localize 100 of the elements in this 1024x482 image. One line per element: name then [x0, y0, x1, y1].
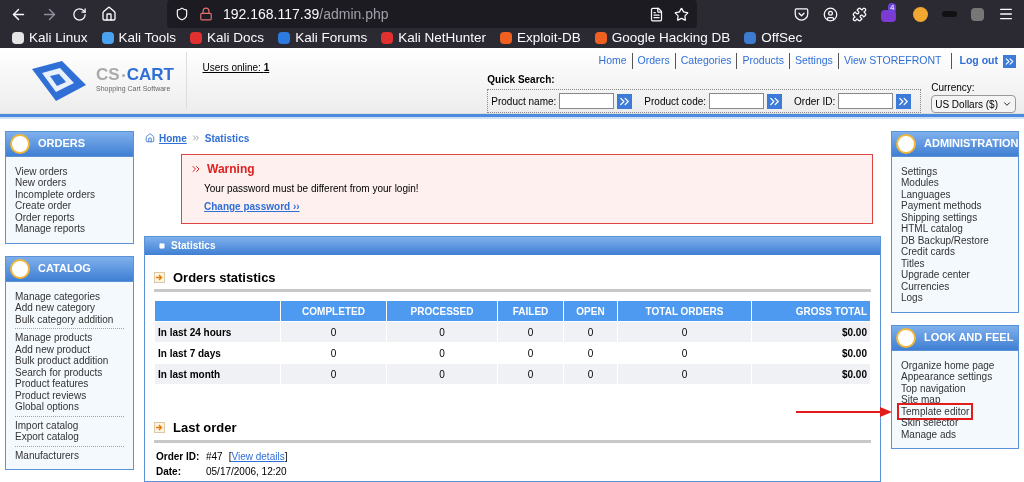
column-header: OPEN: [564, 301, 617, 321]
table-cell: 0: [564, 322, 617, 342]
extension-icon[interactable]: [971, 7, 984, 21]
sidebar-link[interactable]: Global options: [15, 401, 79, 412]
top-nav-link[interactable]: Settings: [788, 53, 833, 69]
sidebar-link[interactable]: Template editor: [900, 405, 971, 417]
table-cell: 0: [387, 322, 497, 342]
sidebar-link[interactable]: HTML catalog: [901, 223, 963, 235]
sidebar-link[interactable]: Manage ads: [901, 428, 957, 440]
field-label: Order ID:: [156, 449, 201, 464]
bookmark-link[interactable]: Kali NetHunter: [381, 28, 486, 49]
sidebar-link[interactable]: Payment methods: [901, 200, 982, 212]
field-value: #47: [206, 449, 223, 464]
top-nav-link[interactable]: View STOREFRONT: [837, 53, 942, 69]
table-cell: 0: [281, 364, 386, 384]
url-text: 192.168.117.39/admin.php: [223, 4, 389, 24]
field-value: 05/17/2006, 12:20: [206, 464, 287, 479]
reader-icon[interactable]: [649, 6, 664, 22]
home-icon: [145, 133, 155, 143]
bookmark-link[interactable]: Kali Linux: [12, 28, 88, 49]
panel-title: CATALOG: [38, 261, 91, 277]
sidebar-link[interactable]: Incomplete orders: [15, 188, 96, 200]
chevron-down-icon: [1002, 99, 1012, 109]
reload-icon[interactable]: [72, 6, 87, 22]
puzzle-icon[interactable]: [852, 6, 867, 22]
shield-icon: [175, 7, 189, 21]
logout-link[interactable]: Log out: [950, 53, 998, 69]
panel-title: Statistics: [171, 239, 216, 253]
sidebar-link[interactable]: Product features: [15, 378, 89, 389]
search-input-field[interactable]: [709, 93, 765, 109]
sidebar-link[interactable]: Manage categories: [15, 290, 101, 302]
bookmark-favicon-icon: [744, 32, 757, 45]
table-cell: 0: [618, 364, 751, 384]
extension-icon[interactable]: [913, 6, 928, 22]
pocket-icon[interactable]: [794, 6, 809, 22]
top-nav-link[interactable]: Orders: [631, 53, 670, 69]
sidebar-link[interactable]: Import catalog: [15, 419, 79, 431]
top-nav-link[interactable]: Categories: [674, 53, 732, 69]
users-online-link[interactable]: Users online: 1: [202, 62, 270, 74]
sidebar-link[interactable]: Create order: [15, 200, 72, 211]
table-cell: In last month: [155, 364, 280, 384]
sidebar-link[interactable]: Bulk product addition: [15, 355, 109, 366]
star-icon[interactable]: [674, 6, 689, 22]
sidebar-link[interactable]: Organize home page: [901, 359, 995, 371]
bookmark-favicon-icon: [499, 32, 512, 45]
bookmark-favicon-icon: [12, 32, 24, 45]
bookmark-link[interactable]: Exploit-DB: [499, 28, 581, 49]
sidebar-link[interactable]: Languages: [901, 188, 951, 200]
chevrons-icon[interactable]: [1003, 54, 1016, 68]
panel-badge-icon: [10, 133, 30, 154]
sidebar-link[interactable]: Shipping settings: [901, 211, 978, 223]
sidebar-link[interactable]: Currencies: [901, 280, 950, 292]
sidebar-link[interactable]: Credit cards: [901, 246, 955, 258]
sidebar-link[interactable]: Logs: [901, 292, 923, 304]
sidebar-link[interactable]: Add new category: [15, 302, 96, 313]
sidebar-link[interactable]: Site map: [901, 394, 941, 406]
account-icon[interactable]: [823, 6, 838, 22]
sidebar-link[interactable]: Add new product: [15, 343, 91, 355]
bookmark-link[interactable]: Kali Tools: [101, 28, 177, 49]
search-input-field[interactable]: [838, 93, 894, 109]
section-title: Last order: [173, 419, 237, 437]
sidebar-link[interactable]: Manage reports: [15, 223, 86, 234]
table-cell: $0.00: [752, 364, 870, 384]
column-header: TOTAL ORDERS: [618, 301, 751, 321]
sidebar-link[interactable]: Top navigation: [901, 382, 966, 394]
sidebar-link[interactable]: Upgrade center: [901, 269, 970, 281]
sidebar-link[interactable]: Settings: [901, 165, 938, 177]
sidebar-link[interactable]: DB Backup/Restore: [901, 234, 989, 246]
sidebar-link[interactable]: Product reviews: [15, 389, 87, 401]
address-bar[interactable]: 192.168.117.39/admin.php: [167, 0, 697, 28]
currency-select[interactable]: US Dollars ($): [931, 95, 1016, 113]
top-nav-link[interactable]: Products: [736, 53, 784, 69]
chevrons-icon[interactable]: [767, 93, 783, 109]
chevrons-icon[interactable]: [617, 93, 633, 109]
sidebar-link[interactable]: View orders: [15, 165, 68, 177]
bookmark-link[interactable]: Kali Docs: [190, 28, 265, 49]
menu-icon[interactable]: [998, 6, 1014, 22]
bookmark-link[interactable]: Google Hacking DB: [594, 28, 731, 49]
sidebar-link[interactable]: Manufacturers: [15, 449, 79, 461]
chevrons-icon[interactable]: [896, 93, 912, 109]
sidebar-link[interactable]: Appearance settings: [901, 371, 993, 383]
bookmark-link[interactable]: OffSec: [744, 28, 803, 49]
sidebar-link[interactable]: New orders: [15, 177, 67, 188]
sidebar-link[interactable]: Skin selector: [901, 417, 959, 429]
bookmark-link[interactable]: Kali Forums: [278, 28, 368, 49]
sidebar-link[interactable]: Bulk category addition: [15, 313, 114, 325]
sidebar-link[interactable]: Export catalog: [15, 431, 79, 442]
sidebar-link[interactable]: Order reports: [15, 211, 75, 223]
quick-search-title: Quick Search:: [487, 73, 556, 87]
sidebar-link[interactable]: Search for products: [15, 366, 103, 378]
view-details-link[interactable]: [View details]: [228, 448, 288, 464]
sidebar-link[interactable]: Modules: [901, 177, 939, 189]
search-input-field[interactable]: [559, 93, 615, 109]
change-password-link[interactable]: Change password ››: [190, 198, 864, 218]
sidebar-link[interactable]: Manage products: [15, 332, 93, 343]
lock-icon: [199, 7, 213, 21]
breadcrumb-link[interactable]: Home: [159, 130, 187, 146]
home-icon[interactable]: [101, 6, 117, 22]
top-nav-link[interactable]: Home: [598, 53, 627, 69]
sidebar-link[interactable]: Titles: [901, 257, 925, 269]
